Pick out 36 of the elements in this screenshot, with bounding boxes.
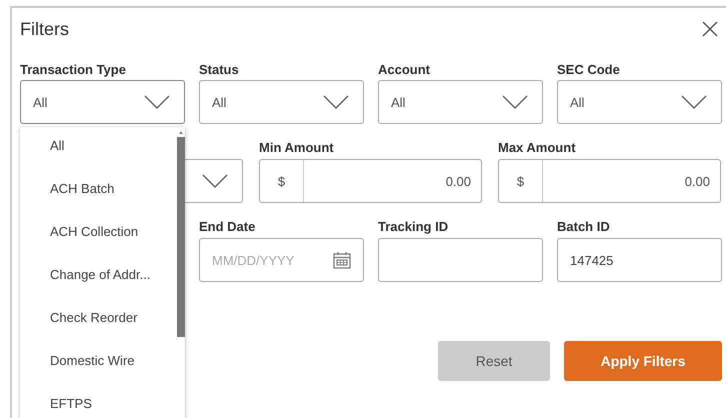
select-field[interactable]: All: [20, 80, 185, 124]
calendar-icon: [333, 251, 351, 269]
select-field[interactable]: All: [378, 80, 543, 124]
scroll-up-arrow-icon[interactable]: [178, 131, 182, 134]
dropdown-option[interactable]: EFTPS: [20, 394, 176, 418]
dropdown-option[interactable]: ACH Collection: [20, 222, 176, 265]
field-label: SEC Code: [557, 62, 620, 77]
chevron-down-icon: [502, 95, 528, 109]
close-icon[interactable]: [702, 21, 718, 37]
currency-prefix: $: [260, 160, 304, 202]
dropdown-option[interactable]: Domestic Wire: [20, 351, 176, 394]
dropdown-option[interactable]: Change of Addr...: [20, 265, 176, 308]
chevron-down-icon: [681, 95, 707, 109]
amount-field[interactable]: $ 0.00: [498, 159, 721, 203]
amount-field[interactable]: $ 0.00: [259, 159, 482, 203]
field-label: Max Amount: [498, 140, 576, 155]
select-field[interactable]: All: [557, 80, 722, 124]
field-label: End Date: [199, 219, 256, 234]
field-label: Status: [199, 62, 239, 77]
select-field[interactable]: All: [199, 80, 364, 124]
reset-button[interactable]: Reset: [438, 341, 550, 381]
dropdown-option[interactable]: ACH Batch: [20, 179, 176, 222]
dropdown-option[interactable]: All: [20, 136, 176, 179]
currency-prefix: $: [499, 160, 543, 202]
field-label: Tracking ID: [378, 219, 448, 234]
chevron-down-icon: [323, 95, 349, 109]
text-field[interactable]: [378, 238, 543, 282]
text-field[interactable]: 147425: [557, 238, 722, 282]
field-label: Min Amount: [259, 140, 334, 155]
chevron-down-icon: [144, 95, 170, 109]
field-label: Account: [378, 62, 430, 77]
chevron-down-icon: [202, 174, 228, 188]
field-label: Transaction Type: [20, 62, 126, 77]
field-label: Batch ID: [557, 219, 610, 234]
dialog-title: Filters: [20, 18, 69, 40]
dropdown-option[interactable]: Check Reorder: [20, 308, 176, 351]
